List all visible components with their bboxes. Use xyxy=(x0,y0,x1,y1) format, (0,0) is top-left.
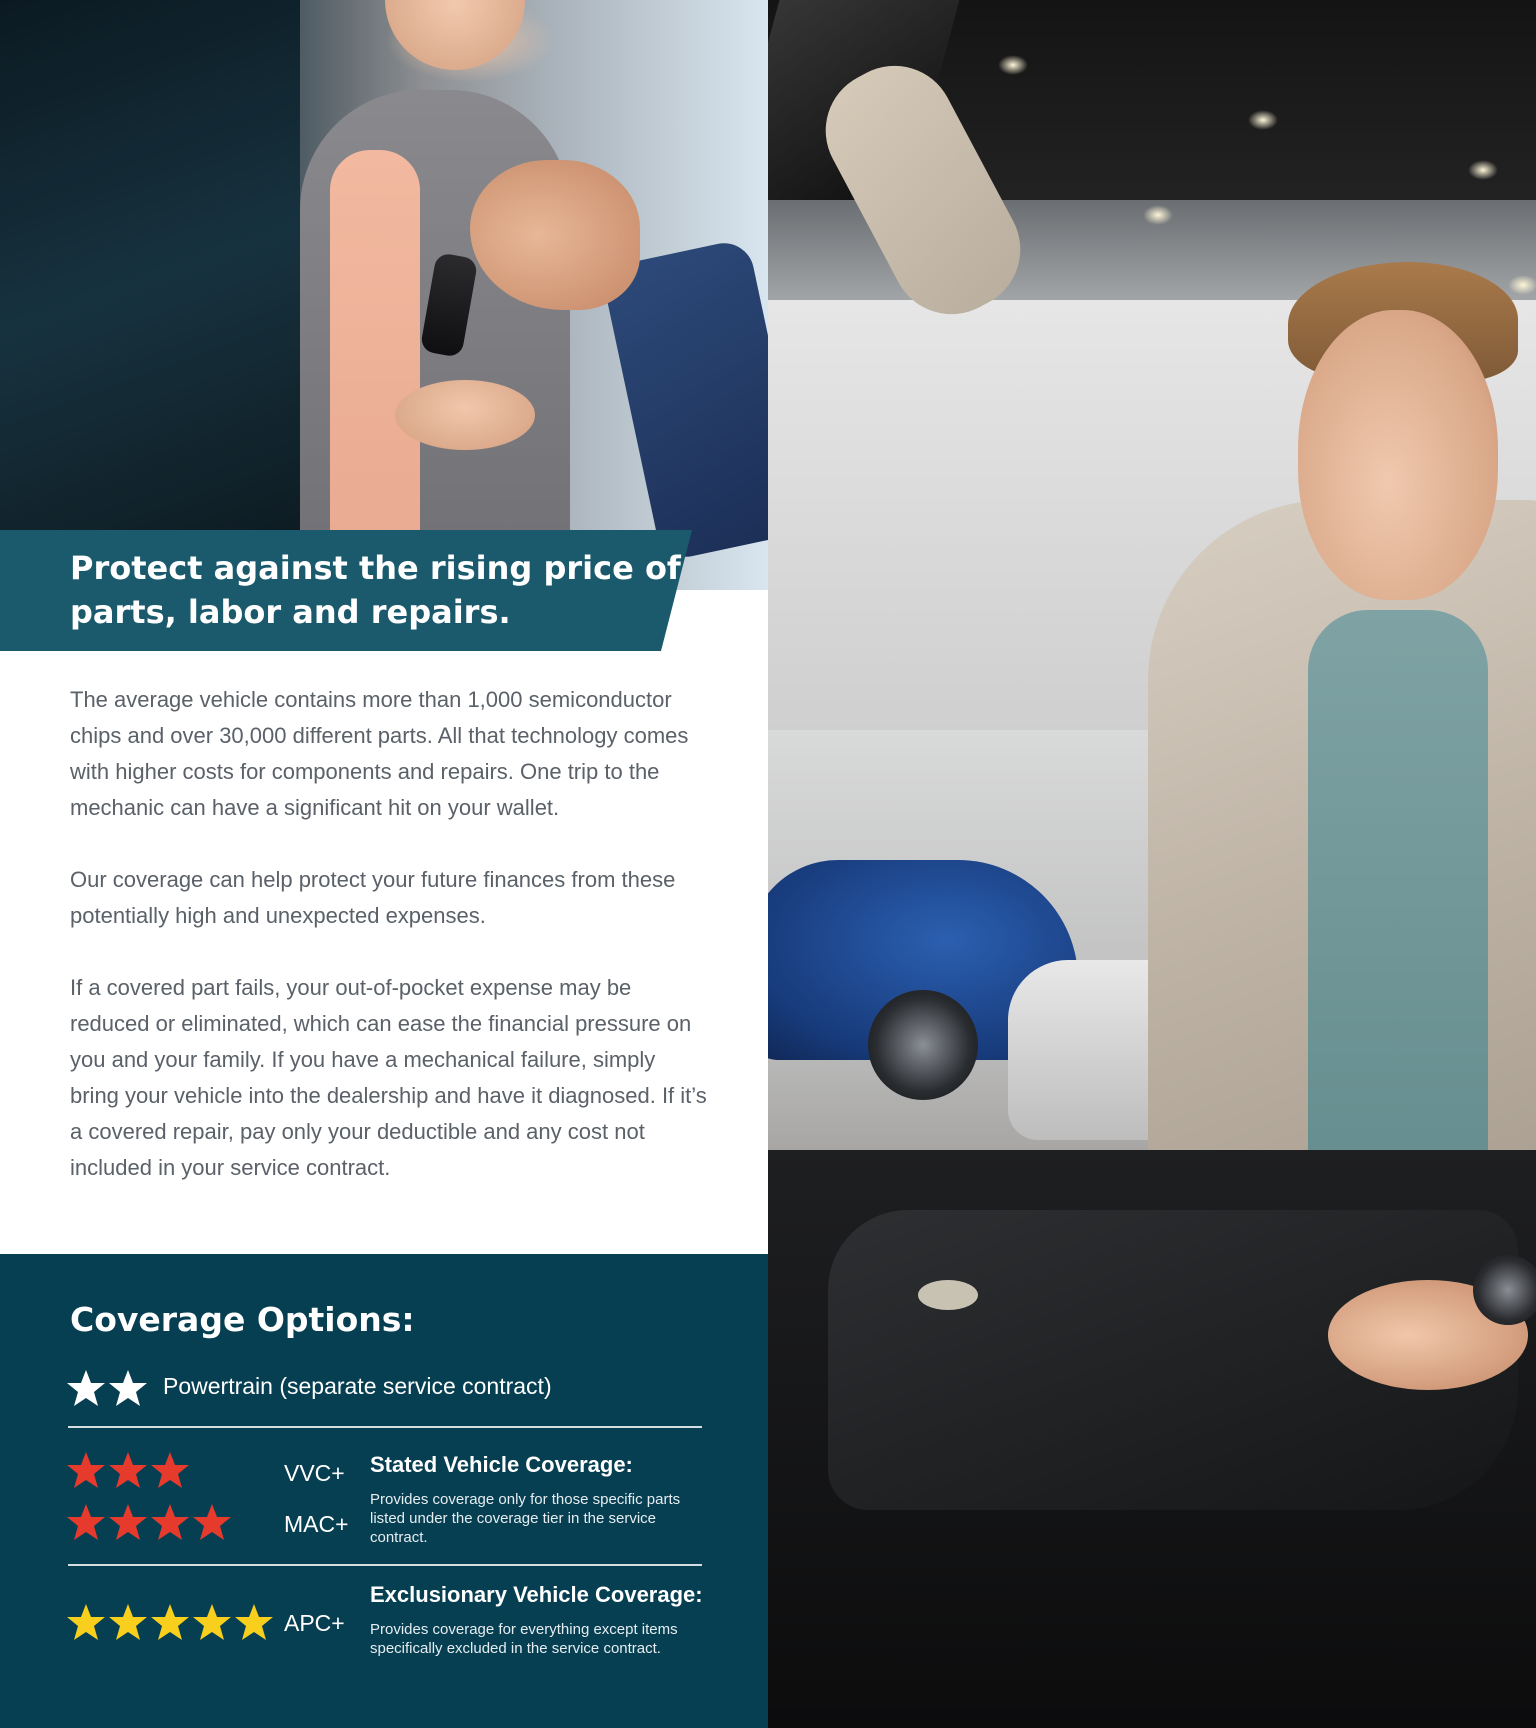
star-icon xyxy=(109,1370,147,1406)
powertrain-label: Powertrain (separate service contract) xyxy=(163,1373,552,1399)
star-icon xyxy=(67,1370,105,1406)
vvc-code: VVC+ xyxy=(284,1460,345,1486)
stated-coverage-description: Provides coverage only for those specifi… xyxy=(370,1491,681,1546)
man-inspecting-engine-photo xyxy=(768,0,1536,1728)
star-icon xyxy=(109,1504,147,1540)
stated-coverage-title: Stated Vehicle Coverage: xyxy=(370,1452,633,1477)
paragraph: The average vehicle contains more than 1… xyxy=(70,687,689,820)
star-icon xyxy=(109,1604,147,1640)
star-icon xyxy=(151,1504,189,1540)
paragraph: Our coverage can help protect your futur… xyxy=(70,867,676,928)
star-icon xyxy=(151,1604,189,1640)
coverage-heading: Coverage Options: xyxy=(70,1300,415,1339)
star-icon xyxy=(67,1452,105,1488)
exclusionary-coverage-title: Exclusionary Vehicle Coverage: xyxy=(370,1582,703,1607)
headline: Protect against the rising price of part… xyxy=(70,549,681,631)
star-icon xyxy=(235,1604,273,1640)
star-icon xyxy=(109,1452,147,1488)
divider xyxy=(68,1426,702,1428)
star-icon xyxy=(193,1604,231,1640)
key-handover-photo xyxy=(0,0,768,590)
paragraph: If a covered part fails, your out-of-poc… xyxy=(70,975,707,1180)
star-icon xyxy=(67,1604,105,1640)
exclusionary-coverage-description: Provides coverage for everything except … xyxy=(370,1621,678,1657)
star-icon xyxy=(67,1504,105,1540)
star-icon xyxy=(151,1452,189,1488)
left-column: Protect against the rising price of part… xyxy=(0,0,768,1728)
apc-code: APC+ xyxy=(284,1610,345,1636)
vvc-stars xyxy=(66,1450,190,1490)
watch-icon xyxy=(1473,1255,1536,1325)
divider xyxy=(68,1564,702,1566)
body-copy: The average vehicle contains more than 1… xyxy=(70,682,710,1222)
star-icon xyxy=(193,1504,231,1540)
mac-stars xyxy=(66,1502,232,1542)
mac-code: MAC+ xyxy=(284,1511,349,1537)
apc-stars xyxy=(66,1602,274,1642)
powertrain-stars xyxy=(66,1368,148,1408)
